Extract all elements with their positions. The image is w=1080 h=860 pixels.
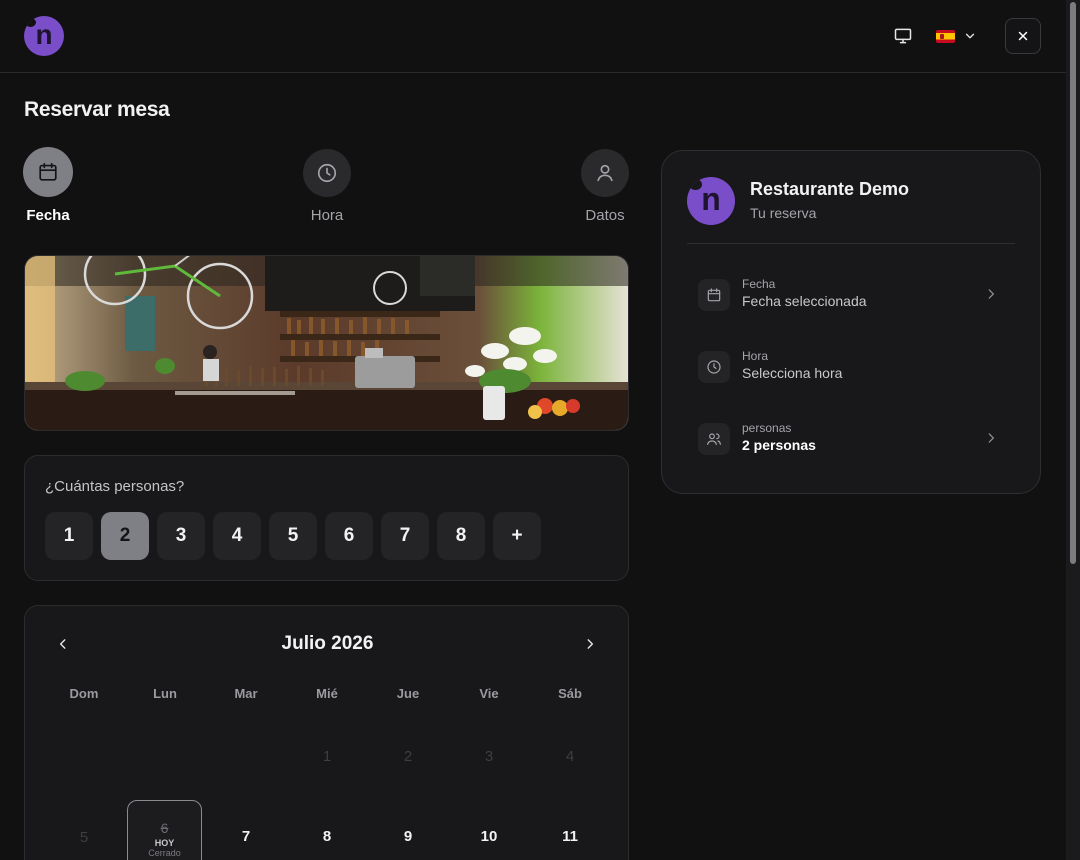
step-hora[interactable]: Hora [303, 149, 351, 224]
today-label: HOY [154, 838, 175, 848]
party-size-button[interactable]: 1 [45, 512, 93, 560]
calendar-day[interactable]: 9 [378, 828, 438, 845]
page-title: Reservar mesa [24, 98, 170, 121]
calendar-day-past: 1 [322, 748, 332, 765]
party-size-button[interactable]: 3 [157, 512, 205, 560]
next-month-button[interactable] [580, 634, 600, 654]
calendar-day-today: 6 HOY Cerrado [127, 800, 202, 860]
summary-subtitle: Tu reserva [750, 205, 817, 221]
brand-logo[interactable]: n [24, 16, 64, 56]
step-fecha[interactable]: Fecha [23, 147, 73, 224]
summary-row-key: Fecha [742, 277, 776, 291]
calendar-month-label: Julio 2026 [281, 633, 374, 654]
step-label: Hora [310, 207, 344, 224]
summary-row-key: personas [742, 421, 792, 435]
step-hora-circle [303, 149, 351, 197]
step-label: Fecha [26, 207, 70, 224]
party-size-card: ¿Cuántas personas? 1 2 3 4 5 6 7 8 + [24, 455, 629, 581]
scrollbar[interactable] [1066, 0, 1080, 860]
user-icon [597, 164, 613, 182]
party-size-button-selected[interactable]: 2 [101, 512, 149, 560]
divider [687, 243, 1015, 244]
summary-row-value: 2 personas [742, 437, 816, 453]
weekday-label: Sáb [558, 686, 582, 701]
restaurant-photo [24, 255, 629, 431]
calendar-day[interactable]: 11 [540, 828, 600, 845]
party-size-more-button[interactable]: + [493, 512, 541, 560]
step-label: Datos [585, 207, 625, 224]
calendar-icon [39, 162, 57, 181]
summary-row-value: Selecciona hora [742, 365, 843, 381]
party-size-button[interactable]: 7 [381, 512, 429, 560]
weekday-label: Lun [153, 686, 177, 701]
calendar-day-past: 4 [565, 748, 575, 765]
weekday-label: Mié [316, 686, 338, 701]
step-datos[interactable]: Datos [581, 149, 629, 224]
step-fecha-circle [23, 147, 73, 197]
restaurant-logo: n [687, 177, 735, 225]
chevron-right-icon [984, 431, 998, 450]
chevron-right-icon [587, 639, 594, 649]
spain-flag-icon [936, 29, 955, 43]
party-size-button[interactable]: 8 [437, 512, 485, 560]
chevron-down-icon [965, 33, 975, 39]
restaurant-name: Restaurante Demo [750, 179, 910, 199]
calendar-day-past: 5 [79, 829, 89, 846]
calendar-day[interactable]: 10 [459, 828, 519, 845]
today-status: Cerrado [148, 848, 181, 858]
weekday-label: Jue [396, 686, 420, 701]
today-day-number: 6 [160, 820, 169, 836]
party-size-button[interactable]: 6 [325, 512, 373, 560]
clock-icon [698, 351, 730, 383]
brand-logo-letter: n [35, 18, 53, 50]
language-selector[interactable] [936, 26, 980, 46]
party-size-options: 1 2 3 4 5 6 7 8 + [45, 512, 541, 560]
step-datos-circle [581, 149, 629, 197]
party-size-question: ¿Cuántas personas? [45, 478, 185, 495]
summary-row-fecha[interactable]: Fecha Fecha seleccionada [698, 277, 1008, 317]
weekday-label: Dom [69, 686, 99, 701]
chevron-right-icon [984, 287, 998, 306]
summary-row-personas[interactable]: personas 2 personas [698, 421, 1008, 461]
scrollbar-thumb[interactable] [1070, 2, 1076, 564]
users-icon [698, 423, 730, 455]
summary-row-key: Hora [742, 349, 769, 363]
close-button[interactable] [1005, 18, 1041, 54]
calendar-day-past: 3 [484, 748, 494, 765]
reservation-summary: n Restaurante Demo Tu reserva Fecha Fech… [661, 150, 1041, 494]
weekday-label: Mar [234, 686, 258, 701]
calendar-card: Julio 2026 Dom Lun Mar Mié Jue Vie Sáb 1… [24, 605, 629, 860]
restaurant-logo-letter: n [701, 180, 721, 217]
party-size-button[interactable]: 5 [269, 512, 317, 560]
calendar-day[interactable]: 8 [297, 828, 357, 845]
top-bar: n [0, 0, 1066, 73]
summary-row-value: Fecha seleccionada [742, 293, 867, 309]
calendar-day[interactable]: 7 [216, 828, 276, 845]
close-icon [1018, 31, 1028, 41]
summary-row-hora[interactable]: Hora Selecciona hora [698, 349, 1008, 389]
calendar-day-past: 2 [403, 748, 413, 765]
party-size-button[interactable]: 4 [213, 512, 261, 560]
clock-icon [317, 163, 337, 183]
calendar-icon [698, 279, 730, 311]
weekday-label: Vie [479, 686, 499, 701]
monitor-icon[interactable] [893, 26, 913, 46]
